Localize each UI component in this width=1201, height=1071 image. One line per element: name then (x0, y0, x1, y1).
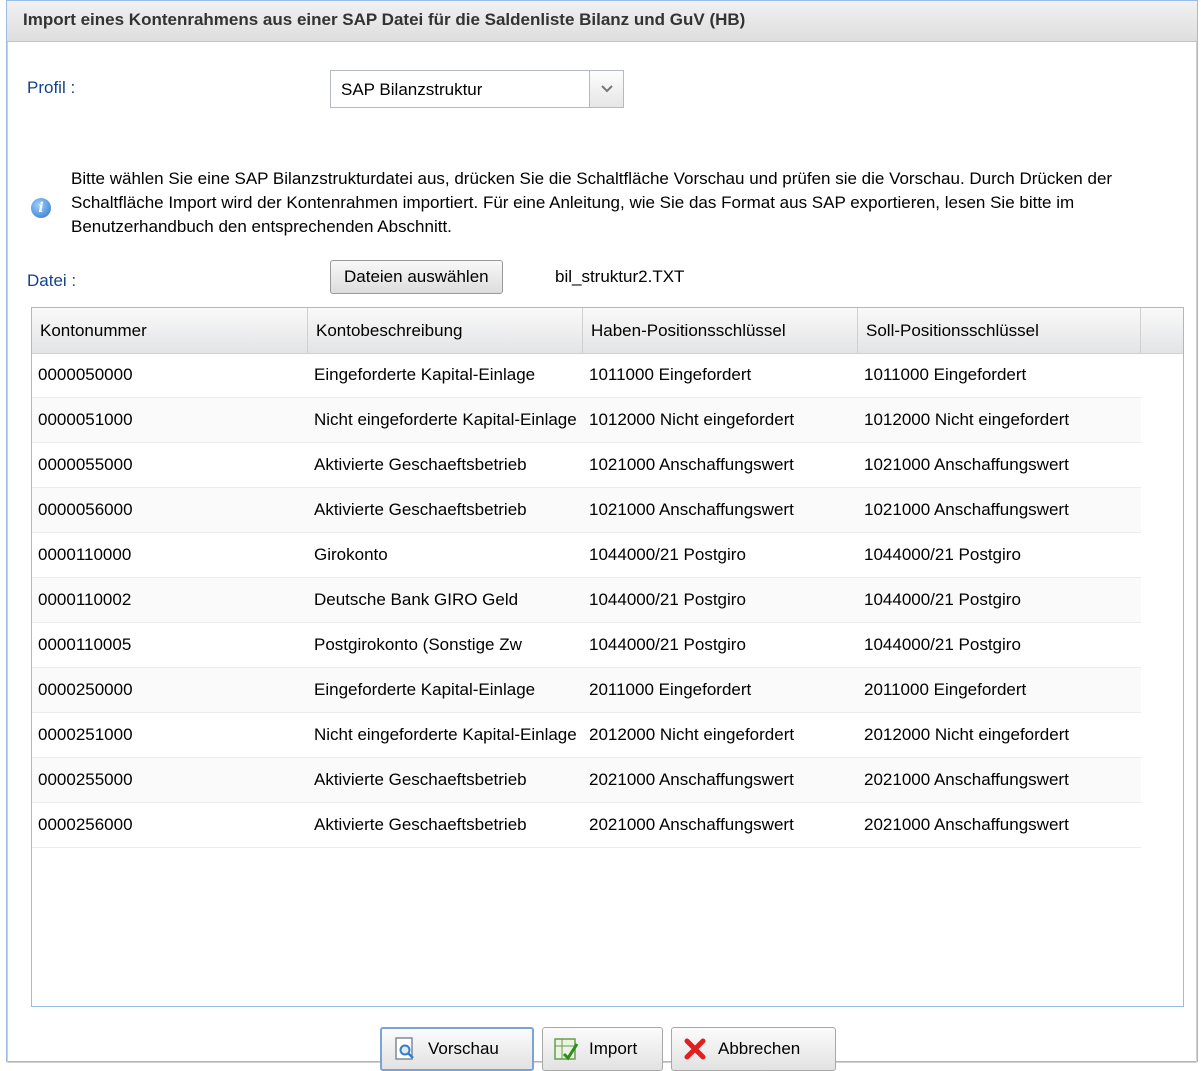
cell-kontobeschreibung: Aktivierte Geschaeftsbetrieb (314, 770, 527, 789)
table-row[interactable]: 0000256000 Aktivierte Geschaeftsbetrieb … (32, 803, 1141, 848)
column-header-haben[interactable]: Haben-Positionsschlüssel (583, 308, 858, 353)
cell-soll: 1012000 Nicht eingefordert (864, 410, 1070, 429)
import-button-label: Import (589, 1039, 638, 1058)
import-dialog: Import eines Kontenrahmens aus einer SAP… (6, 0, 1198, 1071)
import-button[interactable]: Import (542, 1027, 663, 1071)
cell-haben: 1021000 Anschaffungswert (589, 455, 794, 474)
cell-kontobeschreibung: Eingeforderte Kapital-Einlage (314, 680, 536, 699)
info-icon: i (31, 198, 51, 218)
dialog-body: Profil : SAP Bilanzstruktur i Bitte wähl… (7, 42, 1197, 1071)
cell-soll: 2021000 Anschaffungswert (864, 815, 1069, 834)
cell-soll: 1044000/21 Postgiro (864, 590, 1021, 609)
cell-kontobeschreibung: Nicht eingeforderte Kapital-Einlage (314, 410, 577, 429)
table-row[interactable]: 0000050000 Eingeforderte Kapital-Einlage… (32, 353, 1141, 398)
profile-select[interactable]: SAP Bilanzstruktur (330, 70, 624, 108)
column-header-soll[interactable]: Soll-Positionsschlüssel (858, 308, 1141, 353)
dialog-title: Import eines Kontenrahmens aus einer SAP… (7, 1, 1197, 42)
column-header-kontonummer[interactable]: Kontonummer (32, 308, 308, 353)
selected-file-name: bil_struktur2.TXT (555, 267, 685, 286)
cell-soll: 1011000 Eingefordert (864, 365, 1027, 384)
cell-kontobeschreibung: Aktivierte Geschaeftsbetrieb (314, 455, 527, 474)
cell-kontonummer: 0000050000 (38, 365, 133, 384)
cell-soll: 1044000/21 Postgiro (864, 635, 1021, 654)
profile-select-value: SAP Bilanzstruktur (341, 80, 483, 99)
table-row[interactable]: 0000110002 Deutsche Bank GIRO Geld 10440… (32, 578, 1141, 623)
cell-kontobeschreibung: Aktivierte Geschaeftsbetrieb (314, 500, 527, 519)
cell-kontobeschreibung: Deutsche Bank GIRO Geld (314, 590, 519, 609)
cell-haben: 1044000/21 Postgiro (589, 635, 746, 654)
cell-haben: 1044000/21 Postgiro (589, 545, 746, 564)
close-icon (682, 1036, 708, 1062)
column-header-kontobeschreibung[interactable]: Kontobeschreibung (308, 308, 583, 353)
cell-kontonummer: 0000256000 (38, 815, 133, 834)
cell-kontonummer: 0000110000 (38, 545, 132, 564)
preview-grid: Kontonummer Kontobeschreibung Haben-Posi… (31, 307, 1184, 1007)
cell-soll: 1021000 Anschaffungswert (864, 455, 1069, 474)
cell-haben: 1011000 Eingefordert (589, 365, 752, 384)
preview-button[interactable]: Vorschau (380, 1027, 534, 1071)
cell-haben: 1012000 Nicht eingefordert (589, 410, 795, 429)
import-icon (553, 1036, 579, 1062)
cell-kontonummer: 0000250000 (38, 680, 133, 699)
cancel-button-label: Abbrechen (718, 1039, 801, 1058)
grid-header: Kontonummer Kontobeschreibung Haben-Posi… (32, 308, 1183, 354)
table-row[interactable]: 0000110000 Girokonto 1044000/21 Postgiro… (32, 533, 1141, 578)
cell-kontobeschreibung: Nicht eingeforderte Kapital-Einlage (314, 725, 577, 744)
table-row[interactable]: 0000255000 Aktivierte Geschaeftsbetrieb … (32, 758, 1141, 803)
table-row[interactable]: 0000110005 Postgirokonto (Sonstige Zw 10… (32, 623, 1141, 668)
cell-haben: 1044000/21 Postgiro (589, 590, 746, 609)
preview-icon (392, 1036, 418, 1062)
cell-soll: 2011000 Eingefordert (864, 680, 1027, 699)
cell-kontobeschreibung: Aktivierte Geschaeftsbetrieb (314, 815, 527, 834)
cell-soll: 2012000 Nicht eingefordert (864, 725, 1070, 744)
cell-kontobeschreibung: Postgirokonto (Sonstige Zw (314, 635, 522, 654)
cell-haben: 1021000 Anschaffungswert (589, 500, 794, 519)
cell-kontonummer: 0000055000 (38, 455, 133, 474)
cell-kontonummer: 0000051000 (38, 410, 133, 429)
cell-kontobeschreibung: Eingeforderte Kapital-Einlage (314, 365, 536, 384)
cell-kontonummer: 0000110005 (38, 635, 132, 654)
info-text: Bitte wählen Sie eine SAP Bilanzstruktur… (71, 169, 1113, 236)
cell-soll: 2021000 Anschaffungswert (864, 770, 1069, 789)
preview-button-label: Vorschau (428, 1039, 499, 1058)
cell-haben: 2021000 Anschaffungswert (589, 770, 794, 789)
table-row[interactable]: 0000056000 Aktivierte Geschaeftsbetrieb … (32, 488, 1141, 533)
cell-kontonummer: 0000110002 (38, 590, 132, 609)
cell-soll: 1021000 Anschaffungswert (864, 500, 1069, 519)
cancel-button[interactable]: Abbrechen (671, 1027, 836, 1071)
table-row[interactable]: 0000051000 Nicht eingeforderte Kapital-E… (32, 398, 1141, 443)
profile-label: Profil : (27, 78, 76, 97)
cell-soll: 1044000/21 Postgiro (864, 545, 1021, 564)
cell-kontonummer: 0000251000 (38, 725, 133, 744)
cell-haben: 2012000 Nicht eingefordert (589, 725, 795, 744)
cell-kontonummer: 0000056000 (38, 500, 133, 519)
cell-haben: 2011000 Eingefordert (589, 680, 752, 699)
file-label: Datei : (27, 271, 77, 290)
table-row[interactable]: 0000250000 Eingeforderte Kapital-Einlage… (32, 668, 1141, 713)
cell-haben: 2021000 Anschaffungswert (589, 815, 794, 834)
table-row[interactable]: 0000055000 Aktivierte Geschaeftsbetrieb … (32, 443, 1141, 488)
choose-file-button[interactable]: Dateien auswählen (330, 260, 503, 294)
cell-kontonummer: 0000255000 (38, 770, 133, 789)
cell-kontobeschreibung: Girokonto (314, 545, 388, 564)
chevron-down-icon[interactable] (589, 71, 623, 107)
table-row[interactable]: 0000251000 Nicht eingeforderte Kapital-E… (32, 713, 1141, 758)
